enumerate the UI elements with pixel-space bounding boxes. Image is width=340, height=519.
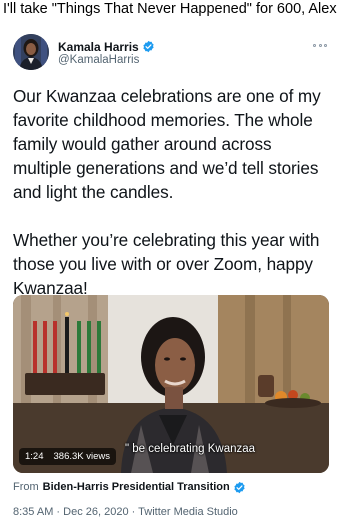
- source-attribution: From Biden-Harris Presidential Transitio…: [13, 479, 246, 495]
- author-row: Kamala Harris: [58, 39, 155, 54]
- video-duration: 1:24: [25, 451, 44, 462]
- tweet-text: Our Kwanzaa celebrations are one of my f…: [13, 86, 321, 298]
- more-options-icon[interactable]: [313, 42, 327, 48]
- verified-badge-icon: [142, 40, 155, 53]
- source-prefix: From: [13, 481, 39, 493]
- author-handle[interactable]: @KamalaHarris: [58, 54, 139, 66]
- avatar[interactable]: [13, 34, 49, 70]
- video-player[interactable]: " be celebrating Kwanzaa 1:24 386.3K vie…: [13, 295, 329, 473]
- video-stats-badge: 1:24 386.3K views: [19, 448, 117, 465]
- video-views: 386.3K views: [53, 451, 111, 462]
- tweet-timestamp[interactable]: 8:35 AM · Dec 26, 2020 · Twitter Media S…: [13, 506, 238, 518]
- post-caption: I'll take "Things That Never Happened" f…: [3, 1, 337, 17]
- author-name[interactable]: Kamala Harris: [58, 40, 139, 54]
- source-name-link[interactable]: Biden-Harris Presidential Transition: [43, 481, 230, 493]
- verified-badge-icon: [233, 481, 246, 494]
- tweet-card[interactable]: Kamala Harris @KamalaHarris Our Kwanzaa …: [0, 34, 340, 519]
- video-subtitle: " be celebrating Kwanzaa: [125, 443, 256, 455]
